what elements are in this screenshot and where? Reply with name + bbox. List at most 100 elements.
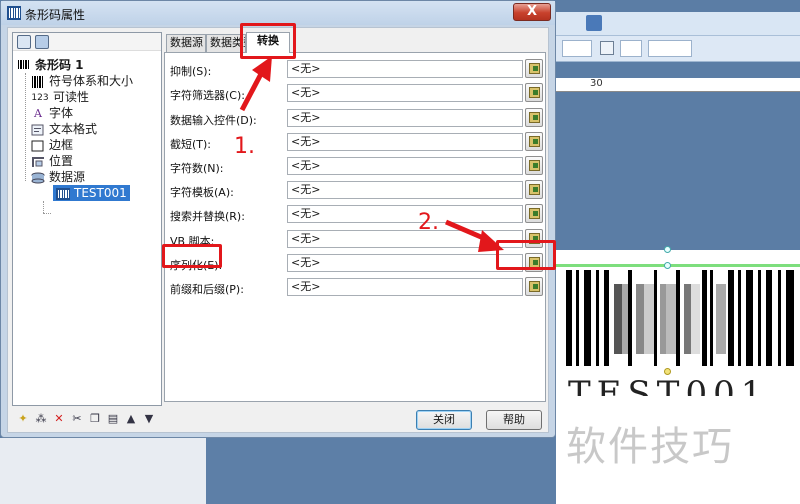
tree-item-text-format[interactable]: 文本格式 bbox=[31, 121, 97, 137]
row-label: 数据输入控件(D): bbox=[170, 114, 257, 127]
datasource-icon bbox=[31, 172, 45, 183]
font-size-combo[interactable] bbox=[562, 40, 592, 57]
char-template-field[interactable]: <无> bbox=[287, 181, 523, 199]
align-icon[interactable] bbox=[600, 41, 614, 55]
rotate-handle[interactable] bbox=[664, 246, 671, 253]
search-replace-edit-button[interactable] bbox=[525, 204, 543, 223]
properties-pane: 数据源 数据类型 转换 抑制(S): <无> 字符筛选器(C): <无> 数据输… bbox=[164, 32, 546, 402]
barcode-symbology-icon bbox=[32, 75, 43, 88]
tree-item-test001[interactable]: TEST001 bbox=[53, 185, 130, 201]
truncate-field[interactable]: <无> bbox=[287, 133, 523, 151]
char-filter-edit-button[interactable] bbox=[525, 83, 543, 102]
cut-icon[interactable]: ✂ bbox=[70, 412, 84, 426]
help-button[interactable]: 帮助 bbox=[486, 410, 542, 430]
data-input-edit-button[interactable] bbox=[525, 108, 543, 127]
tree-item-label: 符号体系和大小 bbox=[49, 74, 134, 88]
tree-item-datasource[interactable]: 数据源 bbox=[31, 169, 85, 185]
paste-icon[interactable]: ▤ bbox=[106, 412, 120, 426]
serialize-field[interactable]: <无> bbox=[287, 254, 523, 272]
tab-transform[interactable]: 转换 bbox=[246, 32, 290, 53]
row-label: 抑制(S): bbox=[170, 65, 212, 78]
tree-item-font[interactable]: A 字体 bbox=[31, 105, 73, 121]
tab-datasource[interactable]: 数据源 bbox=[166, 34, 206, 52]
close-window-button[interactable]: X bbox=[513, 3, 551, 21]
vb-script-field[interactable]: <无> bbox=[287, 230, 523, 248]
suppress-field[interactable]: <无> bbox=[287, 60, 523, 78]
edit-icon-badge bbox=[533, 66, 538, 71]
close-button[interactable]: 关闭 bbox=[416, 410, 472, 430]
copy-icon[interactable]: ❐ bbox=[88, 412, 102, 426]
row-label: 字符数(N): bbox=[170, 162, 224, 175]
search-replace-field[interactable]: <无> bbox=[287, 205, 523, 223]
tree-connector bbox=[43, 201, 44, 213]
data-input-field[interactable]: <无> bbox=[287, 109, 523, 127]
tree-connector bbox=[43, 213, 51, 214]
transform-row-char-count: 字符数(N): <无> bbox=[165, 156, 545, 180]
tree-connector bbox=[25, 73, 26, 181]
position-icon bbox=[32, 156, 44, 167]
char-count-edit-button[interactable] bbox=[525, 156, 543, 175]
edit-icon-badge bbox=[533, 139, 538, 144]
row-label: 前缀和后缀(P): bbox=[170, 283, 244, 296]
new-icon[interactable]: ✦ bbox=[16, 412, 30, 426]
row-label: 截短(T): bbox=[170, 138, 212, 151]
char-count-field[interactable]: <无> bbox=[287, 157, 523, 175]
dialog-titlebar[interactable]: 条形码属性 X bbox=[1, 1, 555, 25]
font-icon: A bbox=[34, 106, 42, 120]
prefix-suffix-field[interactable]: <无> bbox=[287, 278, 523, 296]
copy-view-icon[interactable] bbox=[35, 35, 49, 49]
truncate-edit-button[interactable] bbox=[525, 132, 543, 151]
tree-item-label: 条形码 1 bbox=[35, 58, 84, 72]
row-label: 字符模板(A): bbox=[170, 186, 234, 199]
prefix-suffix-edit-button[interactable] bbox=[525, 277, 543, 296]
move-up-icon[interactable]: ▲ bbox=[124, 412, 138, 426]
transform-row-char-filter: 字符筛选器(C): <无> bbox=[165, 83, 545, 107]
transform-row-data-input: 数据输入控件(D): <无> bbox=[165, 108, 545, 132]
char-template-edit-button[interactable] bbox=[525, 180, 543, 199]
tree-item-label: 数据源 bbox=[49, 170, 86, 184]
tree-item-label: 位置 bbox=[49, 154, 74, 168]
tree-item-label: 边框 bbox=[49, 138, 74, 152]
highlight-serialize-button bbox=[496, 240, 556, 270]
barcode-human-readable: TEST001 bbox=[568, 374, 769, 396]
line-width-combo[interactable] bbox=[648, 40, 692, 57]
property-tree-pane: 条形码 1 符号体系和大小 123 可读性 A 字体 文本格式 边框 位置 数据源 bbox=[12, 32, 162, 406]
line-style-combo[interactable] bbox=[620, 40, 642, 57]
selection-guide-line bbox=[556, 264, 800, 267]
tree-item-label: 字体 bbox=[49, 106, 74, 120]
tree-item-label: TEST001 bbox=[74, 186, 127, 200]
wizard-icon[interactable]: ⁂ bbox=[34, 412, 48, 426]
edit-icon-badge bbox=[533, 163, 538, 168]
suppress-edit-button[interactable] bbox=[525, 59, 543, 78]
tree-item-symbology[interactable]: 符号体系和大小 bbox=[31, 73, 133, 89]
background-panel bbox=[0, 438, 206, 504]
step2-label: 2. bbox=[418, 210, 439, 235]
tree-item-readability[interactable]: 123 可读性 bbox=[31, 89, 89, 105]
tree-item-position[interactable]: 位置 bbox=[31, 153, 73, 169]
edit-icon-badge bbox=[533, 115, 538, 120]
expand-tree-icon[interactable] bbox=[17, 35, 31, 49]
toolbar-icon[interactable] bbox=[586, 15, 602, 31]
char-filter-field[interactable]: <无> bbox=[287, 84, 523, 102]
background-toolbar bbox=[556, 12, 800, 36]
watermark-text: 软件技巧 bbox=[566, 424, 734, 470]
tree-bottom-toolbar: ✦ ⁂ ✕ ✂ ❐ ▤ ▲ ▼ bbox=[12, 408, 162, 430]
tree-item-barcode[interactable]: 条形码 1 bbox=[17, 57, 84, 73]
barcode-graphic[interactable] bbox=[566, 270, 800, 366]
delete-icon[interactable]: ✕ bbox=[52, 412, 66, 426]
barcode-item-icon bbox=[56, 187, 70, 200]
tree-item-label: 可读性 bbox=[53, 90, 90, 104]
move-down-icon[interactable]: ▼ bbox=[142, 412, 156, 426]
background-workspace bbox=[206, 438, 556, 504]
tree-item-border[interactable]: 边框 bbox=[31, 137, 73, 153]
tree-item-label: 文本格式 bbox=[49, 122, 98, 136]
edit-icon-badge bbox=[533, 187, 538, 192]
transform-row-suppress: 抑制(S): <无> bbox=[165, 59, 545, 83]
barcode-properties-dialog: 条形码属性 X 条形码 1 符号体系和大小 123 可读性 A 字体 文本格式 … bbox=[0, 0, 556, 438]
top-handle[interactable] bbox=[664, 262, 671, 269]
edit-icon-badge bbox=[533, 211, 538, 216]
transform-row-search-replace: 搜索并替换(R): <无> bbox=[165, 204, 545, 228]
transform-row-prefix-suffix: 前缀和后缀(P): <无> bbox=[165, 277, 545, 301]
transform-row-serialize: 序列化(E): <无> bbox=[165, 253, 545, 277]
dialog-body: 条形码 1 符号体系和大小 123 可读性 A 字体 文本格式 边框 位置 数据源 bbox=[7, 27, 549, 433]
